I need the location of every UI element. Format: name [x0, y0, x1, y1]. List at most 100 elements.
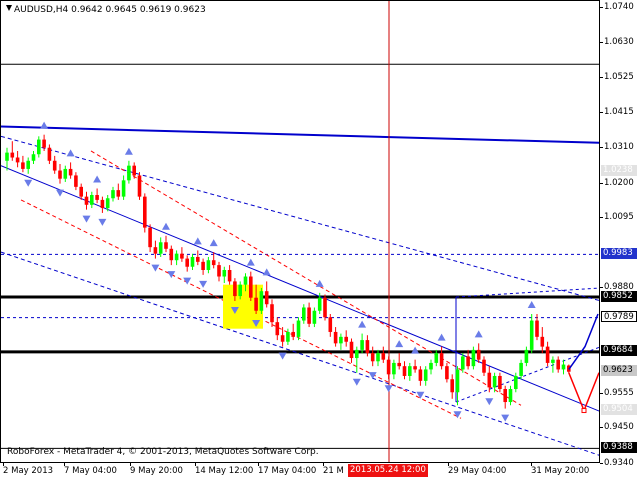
fractal-up-marker: [262, 268, 271, 276]
forecast-up-path: [568, 313, 599, 370]
fractal-up-marker: [395, 340, 404, 348]
time-axis[interactable]: 2 May 2013 7 May 04:00 9 May 20:00 14 May 1…: [0, 463, 600, 480]
price-tick-label: 1.0310: [600, 141, 634, 152]
candle-body: [413, 366, 417, 370]
candle-body: [180, 253, 184, 259]
candle-body: [434, 353, 439, 363]
candle-body: [10, 152, 15, 158]
candle-body: [37, 139, 41, 155]
fractal-up-marker: [246, 258, 255, 266]
candle-body: [15, 157, 20, 163]
candle-body: [545, 346, 550, 363]
candle-body: [349, 341, 354, 359]
candle-body: [476, 349, 481, 360]
price-tag-label: 0.9623: [601, 365, 637, 377]
fractal-up-marker: [124, 147, 133, 155]
fractal-down-marker: [151, 264, 160, 272]
price-axis[interactable]: 1.0740 1.0630 1.0525 1.0415 1.0310 1.0200 1.00…: [600, 0, 640, 468]
candle-body: [402, 366, 407, 376]
time-tick-label: 29 May 04:00: [448, 463, 507, 476]
fractal-down-marker: [56, 189, 64, 197]
copyright-text: RoboForex - MetaTrader 4, © 2001-2013, M…: [7, 447, 319, 457]
candle-body: [259, 291, 264, 311]
candle-body: [132, 165, 136, 176]
chart-plot-area[interactable]: AUDUSD,H4 0.9642 0.9645 0.9619 0.9623 Ro…: [0, 0, 600, 463]
candle-body: [190, 256, 195, 267]
candle-body: [312, 310, 317, 324]
fractal-up-marker: [193, 237, 202, 245]
candle-body: [423, 369, 428, 381]
candle-body: [535, 320, 539, 337]
candle-body: [121, 180, 126, 197]
candle-body: [370, 353, 375, 362]
price-tick-label: 1.0525: [600, 71, 634, 82]
candle-body: [42, 139, 46, 148]
chart-title: AUDUSD,H4 0.9642 0.9645 0.9619 0.9623: [6, 5, 206, 15]
fractal-up-marker: [162, 222, 170, 230]
fractal-up-marker: [358, 320, 367, 328]
candle-body: [498, 375, 502, 390]
candle-body: [508, 389, 513, 403]
candle-body: [63, 168, 68, 179]
forecast-target-marker: [581, 408, 587, 414]
candle-body: [333, 331, 338, 344]
candle-body: [249, 276, 253, 298]
price-tag-label: 0.9684: [601, 345, 637, 357]
fractal-down-marker: [167, 271, 176, 279]
candle-body: [482, 359, 486, 373]
price-tick-label: 1.0095: [600, 211, 634, 222]
price-tag-label: 0.9852: [601, 290, 637, 302]
candle-body: [84, 196, 89, 205]
candle-body: [26, 160, 30, 169]
fractal-down-marker: [199, 280, 208, 288]
candle-body: [524, 349, 529, 363]
candle-body: [514, 375, 518, 390]
candle-body: [222, 269, 227, 277]
candle-body: [275, 322, 280, 336]
candle-body: [238, 284, 242, 297]
candle-body: [90, 195, 94, 205]
candle-body: [323, 297, 327, 318]
candle-body: [79, 186, 83, 197]
candle-body: [111, 190, 115, 199]
candle-body: [455, 369, 460, 393]
time-tick-label: 21 M: [323, 463, 344, 476]
chart-canvas[interactable]: [1, 1, 600, 463]
price-tag-label: 0.9388: [601, 441, 637, 453]
fractal-up-marker: [411, 346, 420, 354]
candle-body: [116, 190, 121, 197]
candle-body: [68, 168, 73, 176]
candle-body: [365, 340, 370, 354]
fractal-up-marker: [474, 330, 483, 338]
candle-body: [561, 364, 566, 370]
candle-body: [355, 349, 359, 359]
fractal-up-marker: [315, 279, 324, 287]
fractal-up-marker: [209, 239, 218, 247]
candle-body: [503, 389, 507, 403]
time-tick-label: 31 May 20:00: [531, 463, 590, 476]
price-tick-label: 1.0630: [600, 37, 634, 48]
candle-body: [280, 335, 285, 342]
time-tick-label: 9 May 20:00: [130, 463, 183, 476]
candle-body: [153, 247, 158, 254]
candle-body: [217, 265, 221, 277]
candle-body: [31, 154, 36, 161]
candle-body: [450, 379, 454, 393]
candle-body: [127, 165, 131, 181]
candle-body: [556, 359, 560, 370]
candle-body: [551, 359, 555, 363]
price-tag-label: 0.9983: [601, 247, 637, 259]
candle-body: [264, 291, 269, 305]
candle-body: [291, 331, 295, 337]
candle-body: [233, 281, 237, 297]
candle-body: [418, 369, 423, 381]
candle-body: [386, 359, 391, 375]
fractal-up-marker: [40, 121, 49, 129]
channel-lower-line: [1, 251, 599, 456]
price-tag-label: 1.0238: [601, 164, 637, 176]
candle-body: [445, 366, 449, 380]
candle-body: [307, 307, 311, 324]
candle-body: [381, 353, 386, 360]
price-tag-label: 0.9789: [601, 311, 637, 323]
candle-body: [296, 320, 301, 337]
